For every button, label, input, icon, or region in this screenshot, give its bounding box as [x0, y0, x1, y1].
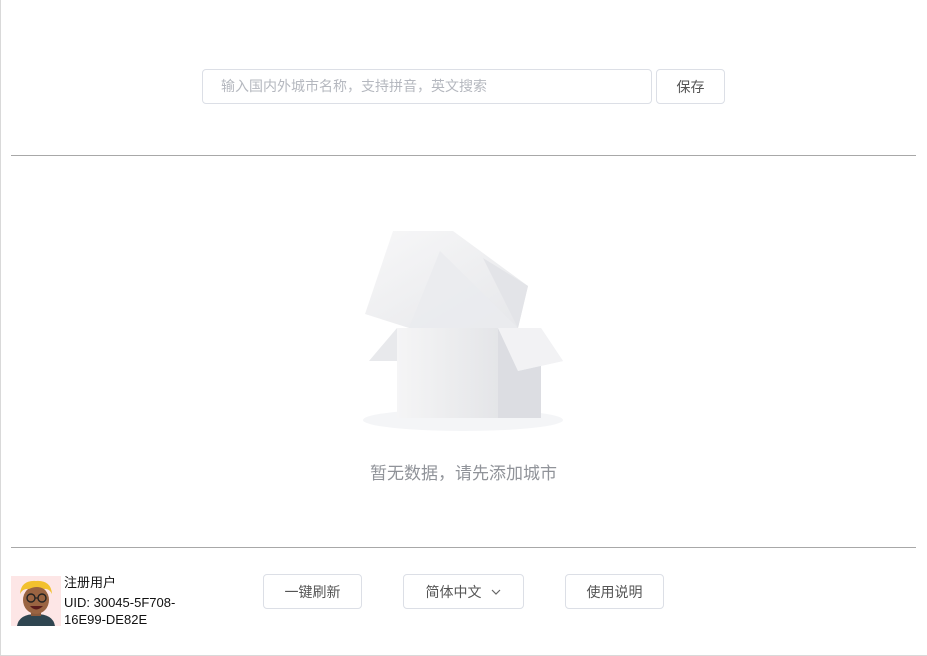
user-uid: UID: 30045-5F708-16E99-DE82E	[64, 595, 176, 627]
city-search-input[interactable]	[202, 69, 652, 104]
language-label: 简体中文	[425, 584, 482, 601]
user-type-label: 注册用户	[64, 576, 117, 591]
language-select[interactable]: 简体中文	[403, 574, 524, 609]
chevron-down-icon	[490, 586, 502, 598]
save-button[interactable]: 保存	[656, 69, 725, 104]
help-button[interactable]: 使用说明	[565, 574, 664, 609]
top-divider	[11, 155, 916, 156]
empty-state-message: 暂无数据，请先添加城市	[370, 464, 557, 484]
bottom-divider	[11, 547, 916, 548]
empty-box-icon	[360, 228, 570, 438]
refresh-all-button[interactable]: 一键刷新	[263, 574, 362, 609]
avatar	[11, 576, 61, 626]
